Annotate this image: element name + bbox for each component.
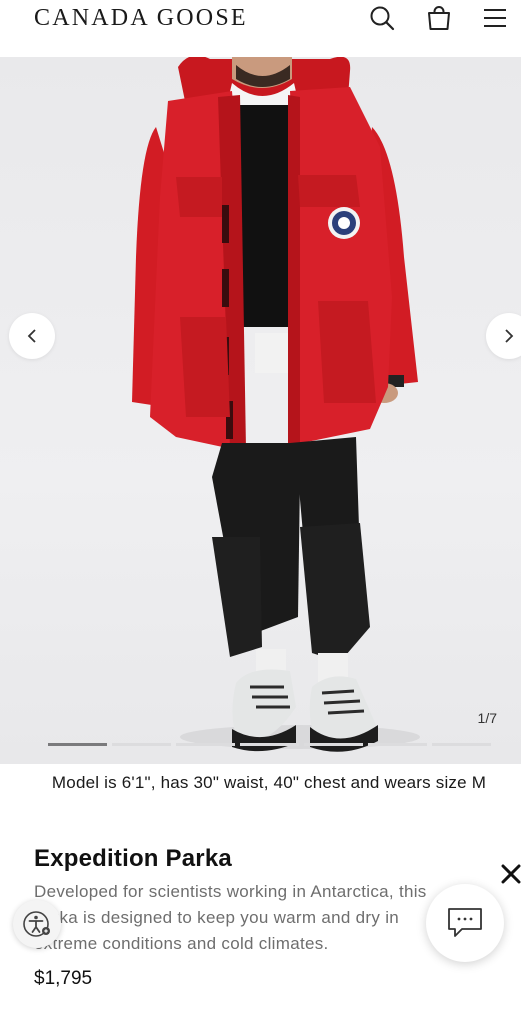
product-description: Developed for scientists working in Anta… (34, 882, 427, 953)
search-icon[interactable] (368, 4, 396, 32)
site-header: CANADA GOOSE (0, 0, 521, 57)
slide-indicator-segment[interactable] (304, 743, 363, 746)
product-image-gallery[interactable]: 1/7 (0, 57, 521, 764)
close-icon (501, 864, 521, 884)
chat-bubble-icon (448, 908, 482, 937)
close-chat-button[interactable] (499, 862, 521, 886)
slide-indicator-segment[interactable] (432, 743, 491, 746)
product-photo (132, 57, 420, 752)
product-title: Expedition Parka (34, 845, 232, 872)
slide-indicator-segment[interactable] (176, 743, 235, 746)
slide-indicator-segment[interactable] (112, 743, 171, 746)
previous-image-button[interactable] (9, 313, 55, 359)
brand-logo[interactable]: CANADA GOOSE (34, 5, 248, 32)
model-size-caption: Model is 6'1", has 30" waist, 40" chest … (51, 773, 487, 792)
slide-indicator (48, 743, 491, 746)
image-counter: 1/7 (477, 710, 497, 726)
menu-icon[interactable] (481, 4, 509, 32)
slide-indicator-segment[interactable] (240, 743, 299, 746)
slide-indicator-segment[interactable] (368, 743, 427, 746)
chevron-left-icon (27, 329, 36, 343)
chevron-right-icon (505, 329, 514, 343)
chat-launcher-button[interactable] (426, 884, 504, 962)
accessibility-icon (23, 911, 50, 937)
accessibility-button[interactable] (13, 900, 61, 948)
product-price: $1,795 (34, 968, 93, 989)
slide-indicator-segment[interactable] (48, 743, 107, 746)
bag-icon[interactable] (425, 4, 453, 32)
